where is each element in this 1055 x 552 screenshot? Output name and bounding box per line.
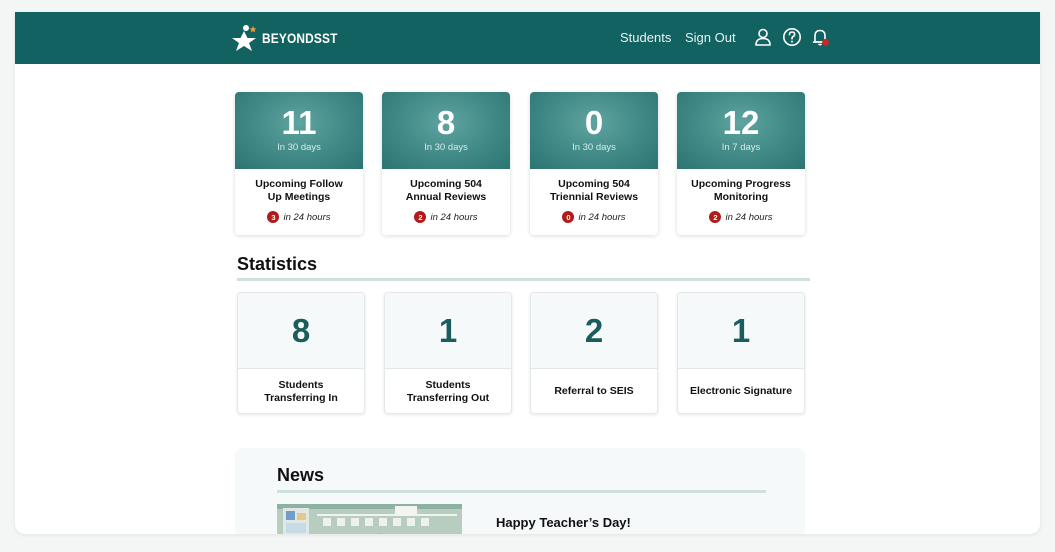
stat-value-area: 1 <box>678 293 804 369</box>
nav-students-link[interactable]: Students <box>620 30 671 45</box>
upcoming-504-annual-reviews-card[interactable]: 8 In 30 days Upcoming 504 Annual Reviews… <box>382 92 510 235</box>
stat-label: Students Transferring Out <box>385 369 511 413</box>
card-count: 8 <box>436 104 456 141</box>
card-header: 0 In 30 days <box>530 92 658 169</box>
classroom-photo-icon <box>277 504 462 534</box>
stat-value-area: 1 <box>385 293 511 369</box>
card-label: Upcoming 504 Annual Reviews <box>382 178 510 204</box>
stat-value: 1 <box>438 312 458 349</box>
due-soon: 3 in 24 hours <box>235 211 363 223</box>
card-label-line: Upcoming Progress <box>691 178 791 190</box>
card-label: Upcoming Progress Monitoring <box>677 178 805 204</box>
due-soon: 2 in 24 hours <box>677 211 805 223</box>
card-header: 8 In 30 days <box>382 92 510 169</box>
stat-value-area: 8 <box>238 293 364 369</box>
card-label-line: Up Meetings <box>267 191 331 203</box>
user-icon[interactable] <box>753 27 773 47</box>
news-item-headline[interactable]: Happy Teacher’s Day! <box>496 515 631 530</box>
stat-value-area: 2 <box>531 293 657 369</box>
stat-students-transferring-out[interactable]: 1 Students Transferring Out <box>384 292 512 414</box>
stat-label: Referral to SEIS <box>531 369 657 413</box>
card-label-line: Triennial Reviews <box>549 191 639 203</box>
due-count-badge: 0 <box>562 211 575 223</box>
due-text: in 24 hours <box>725 211 773 223</box>
card-label-line: Upcoming 504 <box>558 178 630 190</box>
card-header: 11 In 30 days <box>235 92 363 169</box>
due-soon: 2 in 24 hours <box>382 211 510 223</box>
due-soon: 0 in 24 hours <box>530 211 658 223</box>
stat-label-line: Transferring Out <box>406 391 490 404</box>
notification-dot <box>822 38 829 46</box>
due-count-badge: 2 <box>709 211 722 223</box>
news-thumbnail[interactable] <box>277 504 462 534</box>
stat-label-line: Electronic Signature <box>689 385 793 397</box>
card-count: 11 <box>281 104 317 141</box>
help-icon[interactable] <box>782 27 802 47</box>
card-window: In 30 days <box>424 142 468 153</box>
brand-name: BEYONDSST <box>262 30 338 46</box>
card-count: 12 <box>722 104 760 141</box>
news-heading: News <box>277 465 325 485</box>
upcoming-progress-monitoring-card[interactable]: 12 In 7 days Upcoming Progress Monitorin… <box>677 92 805 235</box>
stat-referral-to-seis[interactable]: 2 Referral to SEIS <box>530 292 658 414</box>
app-window: BEYONDSST Students Sign Out 11 In 30 day… <box>15 12 1040 534</box>
due-text: in 24 hours <box>430 211 478 223</box>
stat-value: 8 <box>291 312 311 349</box>
card-window: In 7 days <box>721 142 761 153</box>
news-panel: News Happy Teacher’s Day! <box>235 448 805 534</box>
due-text: in 24 hours <box>578 211 626 223</box>
card-window: In 30 days <box>277 142 321 153</box>
card-count: 0 <box>584 104 604 141</box>
stat-value: 2 <box>584 312 604 349</box>
card-label-line: Upcoming 504 <box>410 178 482 190</box>
stat-value: 1 <box>731 312 751 349</box>
due-count-badge: 2 <box>414 211 427 223</box>
card-window: In 30 days <box>572 142 616 153</box>
stat-electronic-signature[interactable]: 1 Electronic Signature <box>677 292 805 414</box>
upcoming-follow-up-meetings-card[interactable]: 11 In 30 days Upcoming Follow Up Meeting… <box>235 92 363 235</box>
upcoming-504-triennial-reviews-card[interactable]: 0 In 30 days Upcoming 504 Triennial Revi… <box>530 92 658 235</box>
top-navigation-bar: BEYONDSST Students Sign Out <box>15 12 1040 64</box>
stat-label-line: Students <box>278 378 324 391</box>
due-text: in 24 hours <box>283 211 331 223</box>
stat-label-line: Referral to SEIS <box>554 385 634 397</box>
card-label: Upcoming 504 Triennial Reviews <box>530 178 658 204</box>
due-count-badge: 3 <box>267 211 280 223</box>
card-label-line: Monitoring <box>713 191 769 203</box>
star-person-icon <box>232 25 257 51</box>
bell-icon[interactable] <box>810 27 830 47</box>
statistics-heading: Statistics <box>237 254 318 274</box>
news-divider <box>277 490 766 493</box>
brand-logo[interactable]: BEYONDSST <box>229 22 351 54</box>
section-divider <box>237 278 810 281</box>
stat-label: Students Transferring In <box>238 369 364 413</box>
card-header: 12 In 7 days <box>677 92 805 169</box>
stat-students-transferring-in[interactable]: 8 Students Transferring In <box>237 292 365 414</box>
nav-sign-out-link[interactable]: Sign Out <box>685 30 736 45</box>
stat-label-line: Transferring In <box>264 391 338 404</box>
stat-label-line: Students <box>425 378 471 391</box>
card-label-line: Annual Reviews <box>405 191 487 203</box>
stat-label: Electronic Signature <box>678 369 804 413</box>
card-label-line: Upcoming Follow <box>255 178 343 190</box>
card-label: Upcoming Follow Up Meetings <box>235 178 363 204</box>
